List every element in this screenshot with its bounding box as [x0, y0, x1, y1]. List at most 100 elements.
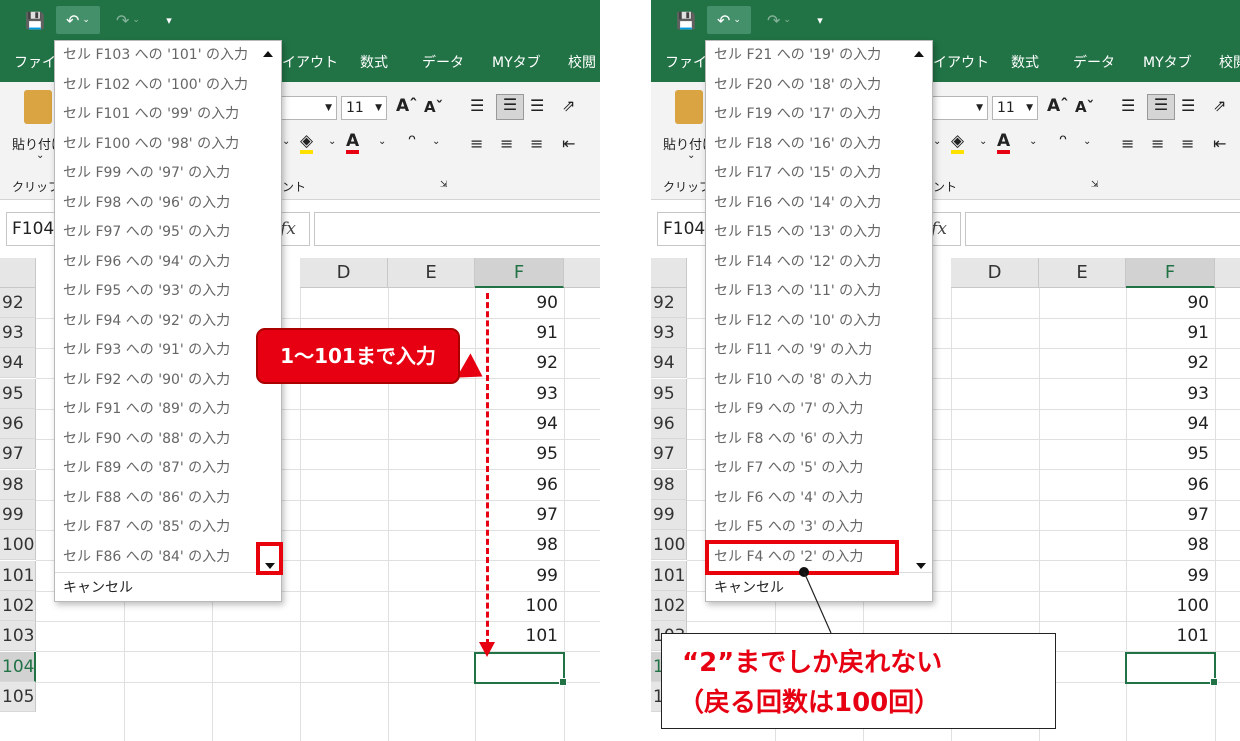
- undo-dropdown-icon[interactable]: ⌄: [733, 15, 741, 25]
- undo-history-item[interactable]: セル F102 への '100' の入力: [55, 71, 281, 101]
- phonetic-icon[interactable]: ᴖ: [1059, 132, 1067, 147]
- cell-f94[interactable]: 92: [1127, 348, 1215, 378]
- undo-history-item[interactable]: セル F14 への '12' の入力: [706, 248, 932, 278]
- font-color-icon[interactable]: A: [346, 132, 360, 154]
- cell-f96[interactable]: 94: [476, 409, 564, 439]
- undo-history-item[interactable]: セル F90 への '88' の入力: [55, 425, 281, 455]
- row-header[interactable]: 96: [651, 409, 687, 439]
- tab-my[interactable]: MYタブ: [1143, 52, 1192, 72]
- row-header[interactable]: 102: [0, 591, 36, 621]
- tab-review[interactable]: 校閲: [1219, 52, 1240, 72]
- font-size-dropdown[interactable]: 11 ▼: [992, 96, 1038, 120]
- cell-f93[interactable]: 91: [1127, 318, 1215, 348]
- align-center-icon[interactable]: ≡: [1151, 134, 1164, 153]
- row-header[interactable]: 92: [0, 288, 36, 318]
- font-dialog-launcher-icon[interactable]: ⇲: [1091, 180, 1099, 190]
- column-header-e[interactable]: E: [388, 258, 475, 288]
- align-middle-icon[interactable]: ☰: [496, 94, 524, 120]
- undo-history-item[interactable]: セル F18 への '16' の入力: [706, 130, 932, 160]
- row-header[interactable]: 98: [0, 470, 36, 500]
- paste-icon[interactable]: [24, 90, 52, 124]
- undo-cancel-button[interactable]: キャンセル: [55, 572, 281, 602]
- undo-history-item[interactable]: セル F86 への '84' の入力: [55, 543, 281, 573]
- row-header[interactable]: 104: [0, 652, 36, 682]
- select-all-corner[interactable]: [651, 258, 687, 288]
- undo-button[interactable]: ↶ ⌄: [56, 6, 100, 34]
- row-header[interactable]: 95: [651, 379, 687, 409]
- row-header[interactable]: 100: [651, 530, 687, 560]
- cell-f93[interactable]: 91: [476, 318, 564, 348]
- increase-font-icon[interactable]: Aˆ: [1047, 96, 1069, 116]
- row-header[interactable]: 93: [0, 318, 36, 348]
- row-header[interactable]: 96: [0, 409, 36, 439]
- undo-history-item[interactable]: セル F93 への '91' の入力: [55, 336, 281, 366]
- cell-f95[interactable]: 93: [1127, 379, 1215, 409]
- decrease-indent-icon[interactable]: ⇤: [1213, 134, 1226, 153]
- row-header[interactable]: 101: [651, 561, 687, 591]
- column-header-e[interactable]: E: [1039, 258, 1126, 288]
- tab-data[interactable]: データ: [422, 52, 464, 72]
- undo-history-item[interactable]: セル F11 への '9' の入力: [706, 336, 932, 366]
- undo-history-item[interactable]: セル F6 への '4' の入力: [706, 484, 932, 514]
- cell-f96[interactable]: 94: [1127, 409, 1215, 439]
- undo-history-item[interactable]: セル F94 への '92' の入力: [55, 307, 281, 337]
- undo-history-item[interactable]: セル F10 への '8' の入力: [706, 366, 932, 396]
- undo-button[interactable]: ↶ ⌄: [707, 6, 751, 34]
- align-bottom-icon[interactable]: ☰: [1181, 96, 1195, 115]
- cell-f101[interactable]: 99: [1127, 561, 1215, 591]
- tab-formulas[interactable]: 数式: [1011, 52, 1039, 72]
- undo-history-item[interactable]: セル F19 への '17' の入力: [706, 100, 932, 130]
- cell-f98[interactable]: 96: [1127, 470, 1215, 500]
- column-header-g[interactable]: [1215, 258, 1240, 288]
- cell-f92[interactable]: 90: [1127, 288, 1215, 318]
- undo-history-item[interactable]: セル F100 への '98' の入力: [55, 130, 281, 160]
- decrease-indent-icon[interactable]: ⇤: [562, 134, 575, 153]
- font-size-dropdown[interactable]: 11 ▼: [341, 96, 387, 120]
- font-name-dropdown[interactable]: ▼: [932, 96, 988, 120]
- undo-history-item[interactable]: セル F5 への '3' の入力: [706, 513, 932, 543]
- column-header-d[interactable]: D: [300, 258, 388, 288]
- align-bottom-icon[interactable]: ☰: [530, 96, 544, 115]
- column-header-f[interactable]: F: [1126, 258, 1215, 288]
- undo-history-item[interactable]: セル F8 への '6' の入力: [706, 425, 932, 455]
- cell-f97[interactable]: 95: [476, 439, 564, 469]
- undo-history-item[interactable]: セル F13 への '11' の入力: [706, 277, 932, 307]
- redo-button[interactable]: ↷ ⌄: [759, 6, 799, 34]
- font-color-icon[interactable]: A: [997, 132, 1011, 154]
- align-left-icon[interactable]: ≡: [1121, 134, 1134, 153]
- select-all-corner[interactable]: [0, 258, 36, 288]
- column-header-f[interactable]: F: [475, 258, 564, 288]
- undo-history-item[interactable]: セル F92 への '90' の入力: [55, 366, 281, 396]
- customize-qat-icon[interactable]: ▾: [811, 6, 829, 34]
- cell-f98[interactable]: 96: [476, 470, 564, 500]
- undo-history-item[interactable]: セル F95 への '93' の入力: [55, 277, 281, 307]
- align-middle-icon[interactable]: ☰: [1147, 94, 1175, 120]
- row-header[interactable]: 92: [651, 288, 687, 318]
- fill-dropdown-icon[interactable]: ⌄: [979, 136, 987, 147]
- undo-history-item[interactable]: セル F88 への '86' の入力: [55, 484, 281, 514]
- undo-history-item[interactable]: セル F89 への '87' の入力: [55, 454, 281, 484]
- undo-history-item[interactable]: セル F96 への '94' の入力: [55, 248, 281, 278]
- font-color-dropdown-icon[interactable]: ⌄: [1029, 136, 1037, 147]
- cell-f95[interactable]: 93: [476, 379, 564, 409]
- orientation-icon[interactable]: ⇗: [562, 96, 575, 115]
- undo-history-item[interactable]: セル F101 への '99' の入力: [55, 100, 281, 130]
- align-top-icon[interactable]: ☰: [470, 96, 484, 115]
- undo-history-item[interactable]: セル F97 への '95' の入力: [55, 218, 281, 248]
- phonetic-dropdown-icon[interactable]: ⌄: [432, 136, 440, 147]
- row-header[interactable]: 105: [0, 682, 36, 712]
- row-header[interactable]: 101: [0, 561, 36, 591]
- row-header[interactable]: 98: [651, 470, 687, 500]
- column-header-d[interactable]: D: [951, 258, 1039, 288]
- undo-cancel-button[interactable]: キャンセル: [706, 572, 932, 602]
- paste-dropdown-icon[interactable]: ⌄: [687, 150, 695, 161]
- save-icon[interactable]: 💾: [22, 6, 48, 34]
- tab-formulas[interactable]: 数式: [360, 52, 388, 72]
- row-header[interactable]: 97: [651, 439, 687, 469]
- font-color-dropdown-icon[interactable]: ⌄: [378, 136, 386, 147]
- active-cell-f104[interactable]: [1125, 652, 1218, 686]
- undo-history-item[interactable]: セル F99 への '97' の入力: [55, 159, 281, 189]
- scroll-down-icon[interactable]: [916, 563, 926, 569]
- row-header[interactable]: 100: [0, 530, 36, 560]
- undo-history-item[interactable]: セル F15 への '13' の入力: [706, 218, 932, 248]
